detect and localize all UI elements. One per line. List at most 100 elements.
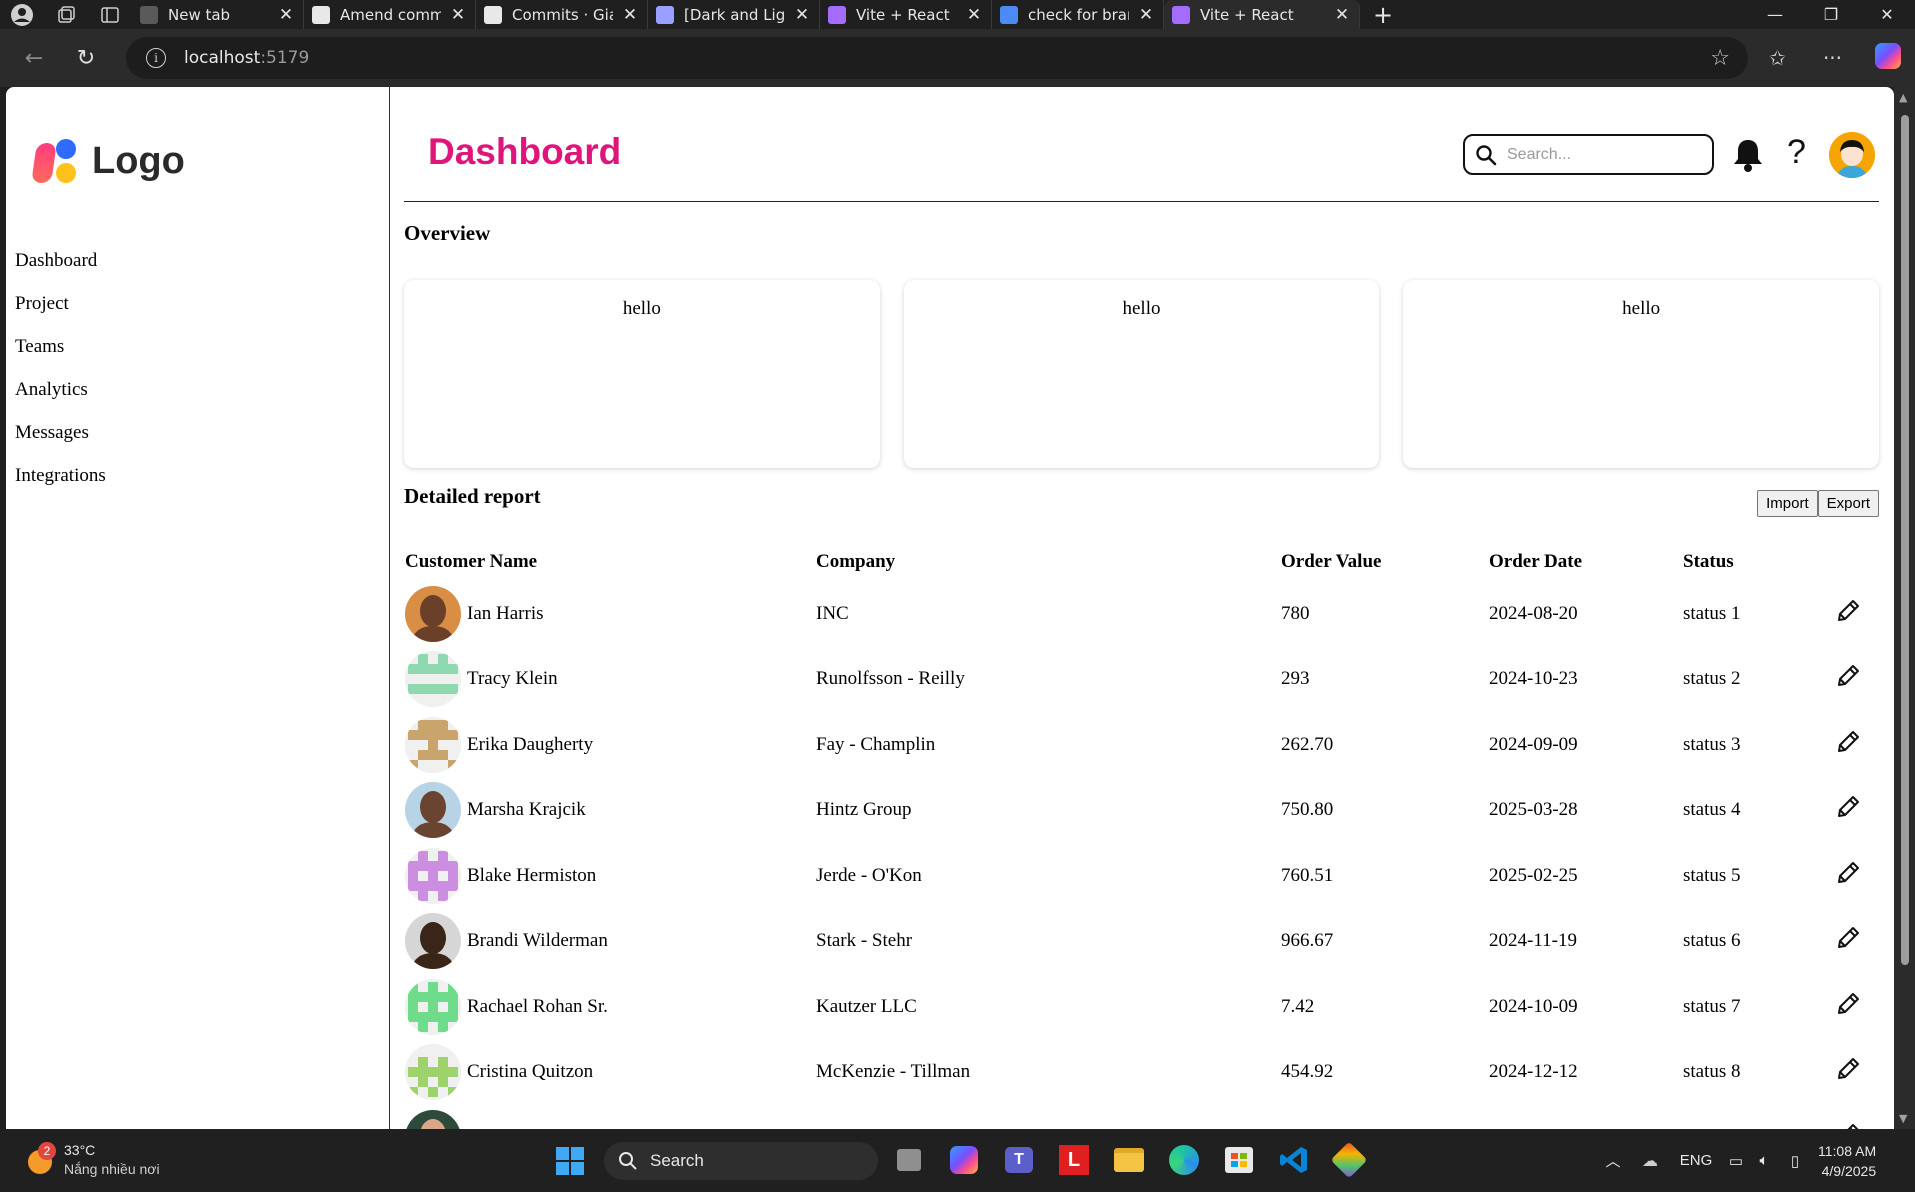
tab-close-icon[interactable]: ✕ bbox=[965, 5, 983, 25]
edit-pencil-icon[interactable] bbox=[1835, 1122, 1861, 1129]
status-cell: status 5 bbox=[1683, 864, 1741, 886]
column-header-company: Company bbox=[816, 551, 896, 572]
browser-tab[interactable]: Commits · GiaBao-2 ✕ bbox=[476, 0, 648, 29]
favorites-icon[interactable]: ✩ bbox=[1750, 46, 1805, 70]
tray-overflow-icon[interactable]: ︿ bbox=[1596, 1150, 1630, 1171]
tab-close-icon[interactable]: ✕ bbox=[621, 5, 639, 25]
scroll-up-icon[interactable]: ▲ bbox=[1899, 91, 1907, 104]
edit-pencil-icon[interactable] bbox=[1835, 729, 1861, 755]
export-button[interactable]: Export bbox=[1817, 490, 1879, 517]
vscode-icon[interactable] bbox=[1276, 1142, 1312, 1178]
tab-close-icon[interactable]: ✕ bbox=[793, 5, 811, 25]
company-cell: Kautzer LLC bbox=[816, 995, 917, 1017]
taskbar-apps: T L bbox=[891, 1141, 1368, 1179]
edit-pencil-icon[interactable] bbox=[1835, 925, 1861, 951]
tab-close-icon[interactable]: ✕ bbox=[449, 5, 467, 25]
taskbar-search[interactable]: Search bbox=[604, 1142, 878, 1180]
sidebar-item-teams[interactable]: Teams bbox=[15, 325, 106, 368]
search-input[interactable] bbox=[1507, 145, 1697, 164]
copilot-icon[interactable] bbox=[1860, 42, 1915, 74]
edit-pencil-icon[interactable] bbox=[1835, 598, 1861, 624]
customer-name: Tracy Klein bbox=[467, 668, 558, 690]
help-icon[interactable]: ? bbox=[1787, 133, 1806, 172]
logo[interactable]: Logo bbox=[31, 137, 185, 185]
network-icon[interactable]: ▭ bbox=[1722, 1152, 1750, 1170]
import-button[interactable]: Import bbox=[1757, 490, 1818, 517]
back-icon[interactable]: ← bbox=[8, 29, 60, 87]
lexicon-app-icon[interactable]: L bbox=[1056, 1142, 1092, 1178]
user-avatar[interactable] bbox=[1829, 132, 1875, 178]
scrollbar-thumb[interactable] bbox=[1901, 115, 1909, 965]
workspaces-icon[interactable] bbox=[44, 0, 88, 29]
page-scrollbar[interactable]: ▲ ▼ bbox=[1894, 87, 1915, 1129]
clock-time: 11:08 AM bbox=[1818, 1142, 1877, 1159]
sidebar-item-messages[interactable]: Messages bbox=[15, 411, 106, 454]
edge-icon[interactable] bbox=[1166, 1142, 1202, 1178]
language-indicator[interactable]: ENG bbox=[1670, 1152, 1722, 1169]
edit-pencil-icon[interactable] bbox=[1835, 860, 1861, 886]
git-app-icon[interactable] bbox=[1330, 1141, 1368, 1179]
customer-name: Erika Daugherty bbox=[467, 733, 594, 755]
new-tab-button[interactable]: + bbox=[1360, 1, 1406, 29]
edit-pencil-icon[interactable] bbox=[1835, 794, 1861, 820]
clock[interactable]: 11:08 AM 4/9/2025 bbox=[1818, 1141, 1876, 1181]
browser-tab[interactable]: [Dark and Light] Arc ✕ bbox=[648, 0, 820, 29]
table-row: Brandi Wilderman Stark - Stehr 966.67 2024-… bbox=[404, 909, 1879, 975]
edit-pencil-icon[interactable] bbox=[1835, 1056, 1861, 1082]
notification-bell-icon[interactable] bbox=[1731, 137, 1765, 178]
profile-icon[interactable] bbox=[0, 0, 44, 29]
tab-actions-icon[interactable] bbox=[88, 0, 132, 29]
minimize-icon[interactable]: — bbox=[1747, 5, 1803, 24]
tab-title: New tab bbox=[168, 5, 231, 24]
browser-tab[interactable]: check for branch git ✕ bbox=[992, 0, 1164, 29]
sidebar-item-dashboard[interactable]: Dashboard bbox=[15, 239, 106, 282]
order-date-cell: 2025-03-28 bbox=[1489, 799, 1578, 821]
site-info-icon[interactable]: i bbox=[146, 48, 166, 68]
address-bar[interactable]: i localhost:5179 ☆ bbox=[126, 37, 1748, 79]
company-cell: Hintz Group bbox=[816, 799, 912, 821]
column-header-customer: Customer Name bbox=[405, 551, 538, 572]
customer-cell: Tracy Klein bbox=[404, 647, 815, 713]
order-value-cell: 262.70 bbox=[1281, 733, 1334, 755]
customer-name: Marsha Krajcik bbox=[467, 799, 586, 821]
sidebar-item-integrations[interactable]: Integrations bbox=[15, 454, 106, 497]
order-value-cell: 293 bbox=[1281, 668, 1310, 690]
tab-close-icon[interactable]: ✕ bbox=[1137, 5, 1155, 25]
sidebar-item-analytics[interactable]: Analytics bbox=[15, 368, 106, 411]
weather-widget[interactable]: 2 33°C Nắng nhiều nơi bbox=[24, 1141, 160, 1179]
copilot-app-icon[interactable] bbox=[946, 1142, 982, 1178]
overview-card: hello bbox=[904, 280, 1380, 468]
store-icon[interactable] bbox=[1221, 1142, 1257, 1178]
favorite-star-icon[interactable]: ☆ bbox=[1710, 46, 1730, 71]
order-value-cell: 750.80 bbox=[1281, 799, 1334, 821]
sidebar-item-project[interactable]: Project bbox=[15, 282, 106, 325]
more-menu-icon[interactable]: ··· bbox=[1805, 46, 1860, 70]
scroll-down-icon[interactable]: ▼ bbox=[1899, 1112, 1907, 1125]
company-cell: Stark - Stehr bbox=[816, 930, 913, 952]
file-explorer-icon[interactable] bbox=[1111, 1142, 1147, 1178]
order-date-cell bbox=[1488, 1105, 1682, 1129]
task-view-icon[interactable] bbox=[891, 1142, 927, 1178]
table-row: Blake Hermiston Jerde - O'Kon 760.51 2025-0… bbox=[404, 843, 1879, 909]
battery-icon[interactable]: ▯ bbox=[1778, 1152, 1812, 1170]
volume-icon[interactable]: 🔈︎ bbox=[1750, 1152, 1778, 1169]
browser-tab[interactable]: Vite + React ✕ bbox=[1164, 0, 1360, 29]
page-viewport: Logo Dashboard Project Teams Analytics M… bbox=[6, 87, 1894, 1129]
restore-icon[interactable]: ❐ bbox=[1803, 5, 1859, 24]
edit-cell bbox=[1817, 1105, 1879, 1129]
start-button[interactable] bbox=[555, 1146, 585, 1176]
tab-close-icon[interactable]: ✕ bbox=[1333, 5, 1351, 25]
edit-pencil-icon[interactable] bbox=[1835, 663, 1861, 689]
close-window-icon[interactable]: ✕ bbox=[1859, 5, 1915, 24]
browser-tab[interactable]: New tab ✕ bbox=[132, 0, 304, 29]
browser-tab[interactable]: Vite + React ✕ bbox=[820, 0, 992, 29]
browser-tab[interactable]: Amend commit and ✕ bbox=[304, 0, 476, 29]
tab-close-icon[interactable]: ✕ bbox=[277, 5, 295, 25]
customer-cell: Cristina Quitzon bbox=[404, 1040, 815, 1106]
onedrive-icon[interactable]: ☁ bbox=[1630, 1151, 1670, 1171]
search-box[interactable] bbox=[1463, 134, 1714, 175]
teams-icon[interactable]: T bbox=[1001, 1142, 1037, 1178]
tab-favicon-icon bbox=[828, 5, 846, 24]
edit-pencil-icon[interactable] bbox=[1835, 991, 1861, 1017]
reload-icon[interactable]: ↻ bbox=[60, 29, 112, 87]
